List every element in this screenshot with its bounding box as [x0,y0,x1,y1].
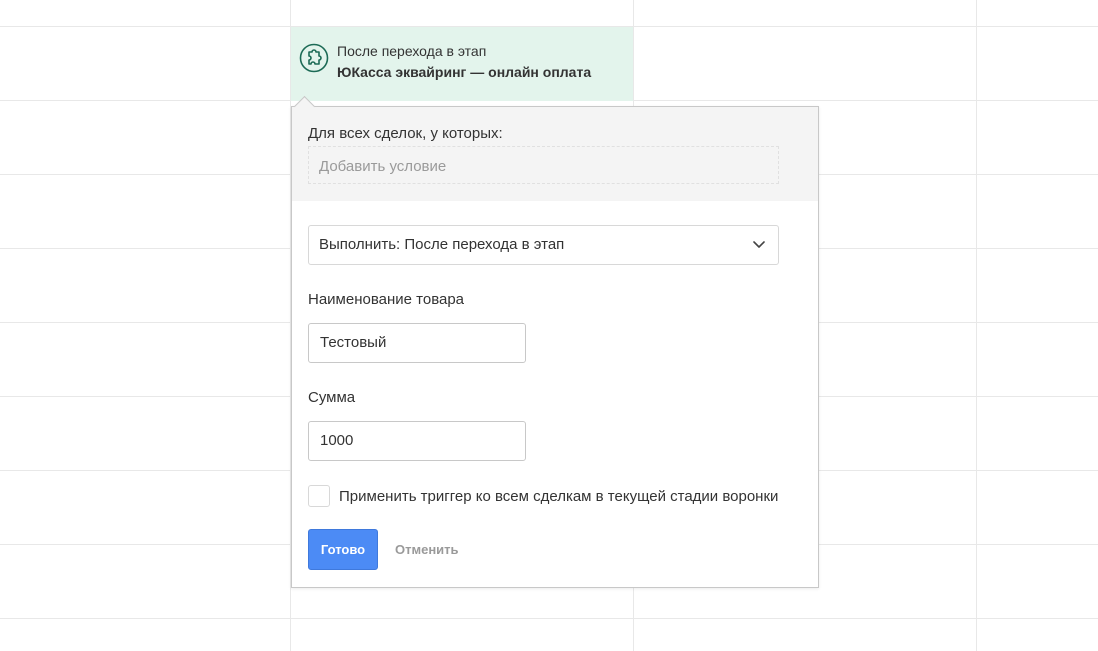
conditions-label: Для всех сделок, у которых: [308,125,503,142]
sum-input[interactable]: 1000 [308,421,526,461]
grid-column-divider [976,0,977,651]
grid-row-divider [0,618,1098,619]
trigger-card[interactable]: После перехода в этап ЮКасса эквайринг —… [291,27,633,101]
execute-select-value: Выполнить: После перехода в этап [319,236,565,253]
trigger-event-text: После перехода в этап [337,43,487,59]
cancel-button[interactable]: Отменить [395,542,459,557]
trigger-settings-popup: Для всех сделок, у которых: Добавить усл… [291,106,819,588]
product-name-label: Наименование товара [308,291,465,308]
product-name-input[interactable]: Тестовый [308,323,526,363]
sum-label: Сумма [308,389,356,406]
execute-select[interactable]: Выполнить: После перехода в этап [308,225,779,265]
apply-all-label[interactable]: Применить триггер ко всем сделкам в теку… [339,488,778,505]
apply-all-checkbox[interactable] [308,485,330,507]
done-button[interactable]: Готово [308,529,378,570]
trigger-title: ЮКасса эквайринг — онлайн оплата [337,64,592,80]
add-condition-input[interactable]: Добавить условие [308,146,779,184]
puzzle-icon [299,43,329,73]
conditions-section: Для всех сделок, у которых: Добавить усл… [292,107,818,201]
chevron-down-icon [753,241,765,248]
